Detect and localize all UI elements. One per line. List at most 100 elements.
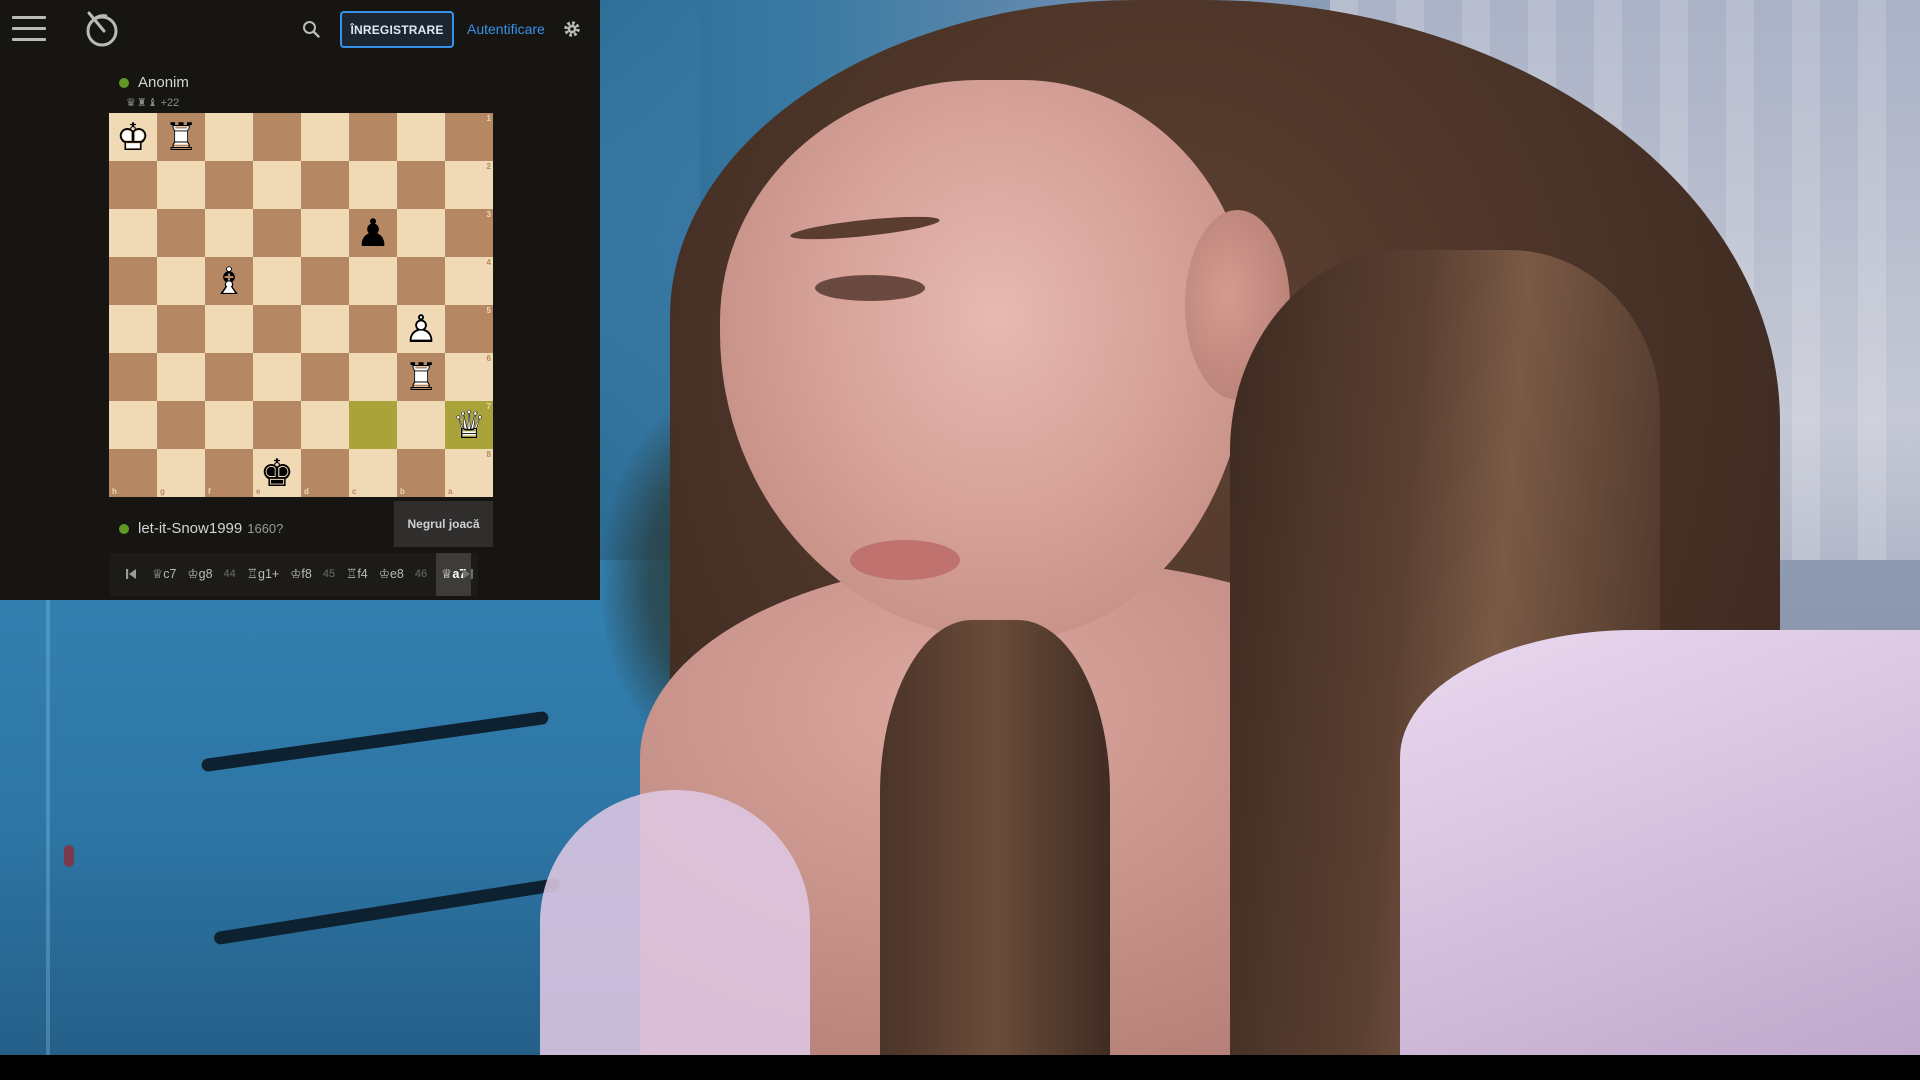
square-h4[interactable] <box>109 257 157 305</box>
square-f4[interactable]: ♝ ♗ <box>205 257 253 305</box>
square-e1[interactable] <box>253 113 301 161</box>
white-rook-piece[interactable]: ♜ ♖ <box>397 353 445 401</box>
white-king-piece[interactable]: ♚ ♔ <box>109 113 157 161</box>
square-h7[interactable] <box>109 401 157 449</box>
square-f3[interactable] <box>205 209 253 257</box>
white-rook-piece[interactable]: ♜ ♖ <box>157 113 205 161</box>
square-a1[interactable]: 1 <box>445 113 493 161</box>
white-pawn-piece[interactable]: ♟ ♙ <box>397 305 445 353</box>
square-c5[interactable] <box>349 305 397 353</box>
square-c6[interactable] <box>349 353 397 401</box>
square-a3[interactable]: 3 <box>445 209 493 257</box>
square-c3[interactable]: ♟ <box>349 209 397 257</box>
square-a7[interactable]: 7 ♛ ♕ <box>445 401 493 449</box>
search-icon[interactable] <box>302 20 320 38</box>
square-h8[interactable]: h <box>109 449 157 497</box>
square-g3[interactable] <box>157 209 205 257</box>
square-b3[interactable] <box>397 209 445 257</box>
black-king-piece[interactable]: ♚ <box>253 449 301 497</box>
online-status-dot <box>119 524 129 534</box>
lichess-logo-icon[interactable] <box>80 8 122 50</box>
file-label: d <box>304 487 309 496</box>
square-e3[interactable] <box>253 209 301 257</box>
move-item[interactable]: ♔e8 <box>377 553 406 596</box>
square-d4[interactable] <box>301 257 349 305</box>
square-b2[interactable] <box>397 161 445 209</box>
square-a2[interactable]: 2 <box>445 161 493 209</box>
register-button[interactable]: ÎNREGISTRARE <box>340 11 454 48</box>
square-a5[interactable]: 5 <box>445 305 493 353</box>
square-d6[interactable] <box>301 353 349 401</box>
top-player-name[interactable]: Anonim <box>138 74 189 91</box>
square-g2[interactable] <box>157 161 205 209</box>
square-e6[interactable] <box>253 353 301 401</box>
move-item[interactable]: ♕c7 <box>150 553 178 596</box>
move-item[interactable]: ♖g1+ <box>245 553 281 596</box>
square-h3[interactable] <box>109 209 157 257</box>
file-label: a <box>448 487 453 496</box>
white-bishop-piece[interactable]: ♝ ♗ <box>205 257 253 305</box>
square-d1[interactable] <box>301 113 349 161</box>
square-e8[interactable]: e ♚ <box>253 449 301 497</box>
square-c1[interactable] <box>349 113 397 161</box>
square-d8[interactable]: d <box>301 449 349 497</box>
square-b4[interactable] <box>397 257 445 305</box>
square-d2[interactable] <box>301 161 349 209</box>
move-item[interactable]: ♔f8 <box>288 553 314 596</box>
square-c4[interactable] <box>349 257 397 305</box>
square-h2[interactable] <box>109 161 157 209</box>
square-e5[interactable] <box>253 305 301 353</box>
square-e7[interactable] <box>253 401 301 449</box>
black-pawn-piece[interactable]: ♟ <box>349 209 397 257</box>
square-a8[interactable]: 8a <box>445 449 493 497</box>
square-c7[interactable] <box>349 401 397 449</box>
square-f8[interactable]: f <box>205 449 253 497</box>
square-e4[interactable] <box>253 257 301 305</box>
square-f1[interactable] <box>205 113 253 161</box>
hamburger-icon[interactable] <box>12 16 46 42</box>
square-h1[interactable]: ♚ ♔ <box>109 113 157 161</box>
person-lips <box>850 540 960 580</box>
square-g1[interactable]: ♜ ♖ <box>157 113 205 161</box>
square-d5[interactable] <box>301 305 349 353</box>
square-c8[interactable]: c <box>349 449 397 497</box>
bottom-player-name[interactable]: let-it-Snow1999 <box>138 520 242 537</box>
square-d3[interactable] <box>301 209 349 257</box>
login-link[interactable]: Autentificare <box>467 21 545 37</box>
square-d7[interactable] <box>301 401 349 449</box>
chess-board[interactable]: ♚ ♔ ♜ ♖ 1 2 ♟ 3 ♝ ♗ 4 ♟ ♙ 5 ♜ ♖ 6 7 ♛ ♕ h g f e ♚ d c b 8 a <box>109 113 493 497</box>
gear-icon[interactable] <box>563 20 581 38</box>
square-f2[interactable] <box>205 161 253 209</box>
square-f5[interactable] <box>205 305 253 353</box>
square-a4[interactable]: 4 <box>445 257 493 305</box>
square-f6[interactable] <box>205 353 253 401</box>
move-number: 44 <box>223 568 236 580</box>
square-g8[interactable]: g <box>157 449 205 497</box>
bottom-player[interactable]: let-it-Snow1999 1660? <box>138 520 283 537</box>
square-b1[interactable] <box>397 113 445 161</box>
move-number: 46 <box>414 568 428 580</box>
square-b8[interactable]: b <box>397 449 445 497</box>
square-a6[interactable]: 6 <box>445 353 493 401</box>
first-move-icon[interactable] <box>124 567 138 581</box>
square-b7[interactable] <box>397 401 445 449</box>
square-e2[interactable] <box>253 161 301 209</box>
turn-indicator: Negrul joacă <box>394 501 493 547</box>
player-rating: 1660? <box>247 521 284 536</box>
last-move-icon[interactable] <box>461 567 475 581</box>
square-c2[interactable] <box>349 161 397 209</box>
square-g6[interactable] <box>157 353 205 401</box>
person-top <box>1400 630 1920 1055</box>
square-g7[interactable] <box>157 401 205 449</box>
square-g4[interactable] <box>157 257 205 305</box>
move-item[interactable]: ♖f4 <box>344 553 370 596</box>
white-queen-piece[interactable]: ♛ ♕ <box>445 401 493 449</box>
move-item[interactable]: ♔g8 <box>185 553 214 596</box>
square-f7[interactable] <box>205 401 253 449</box>
square-b6[interactable]: ♜ ♖ <box>397 353 445 401</box>
move-number: 45 <box>322 568 336 580</box>
square-g5[interactable] <box>157 305 205 353</box>
square-h5[interactable] <box>109 305 157 353</box>
square-b5[interactable]: ♟ ♙ <box>397 305 445 353</box>
square-h6[interactable] <box>109 353 157 401</box>
